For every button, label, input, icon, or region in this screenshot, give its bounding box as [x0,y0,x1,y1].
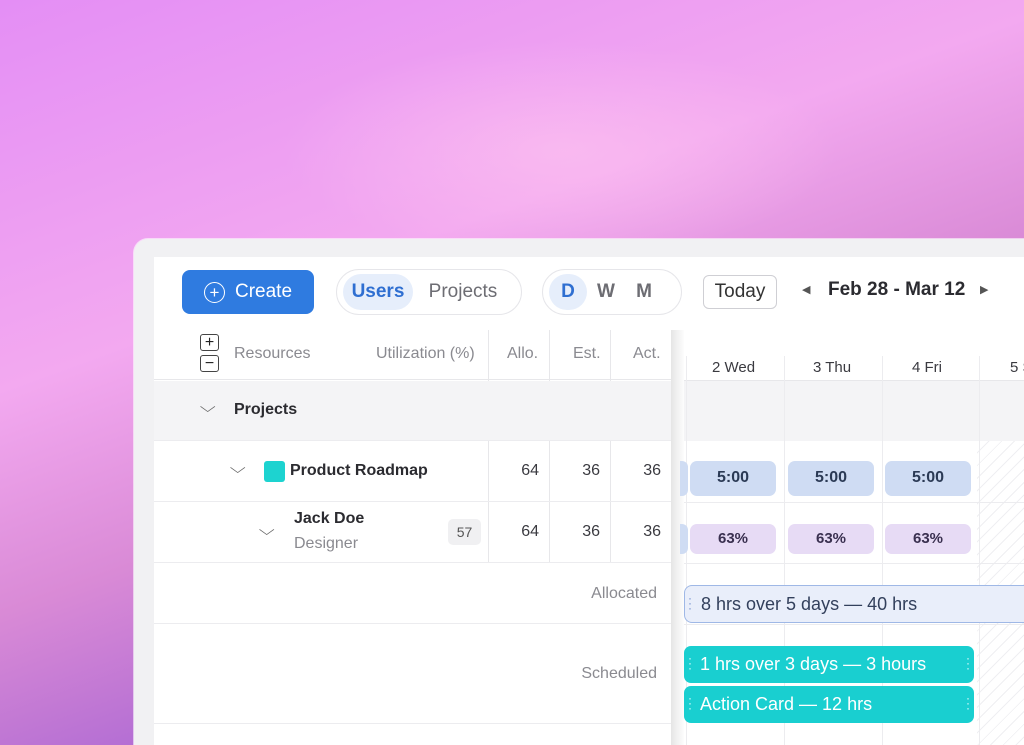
create-button[interactable]: + Create [182,270,314,314]
drag-handle-icon[interactable]: · · · [966,652,970,674]
table-header: + − Resources Utilization (%) Allo. Est.… [154,330,671,380]
project-allocated: 64 [521,462,539,479]
prev-arrow-icon[interactable]: ◀ [802,283,810,296]
group-label: Projects [234,401,298,418]
row-divider [684,563,1024,564]
person-actual: 36 [643,523,661,540]
utilization-badge: 57 [448,519,481,545]
collapse-all-icon[interactable]: − [200,355,219,372]
plus-circle-icon: + [203,281,225,303]
project-estimated: 36 [582,462,600,479]
next-arrow-icon[interactable]: ▶ [980,283,988,296]
drag-handle-icon[interactable]: · · · [688,592,692,614]
person-role: Designer [294,535,359,552]
utilization-pill[interactable]: 63% [788,524,874,554]
today-button[interactable]: Today [703,275,777,309]
group-row-projects[interactable]: ⌵ Projects [154,381,671,441]
drag-handle-icon[interactable]: · · · [688,652,692,674]
expand-collapse-controls: + − [200,334,219,372]
task-bar-label: Action Card — 12 hrs [700,694,873,714]
header-actual: Act. [633,345,661,362]
util-pill-partial [680,524,688,554]
project-row[interactable]: ⌵ Product Roadmap 64 36 36 [154,441,671,502]
project-color-swatch [264,461,285,482]
project-actual: 36 [643,462,661,479]
scheduled-row: Scheduled [154,624,671,724]
day-label: 3 Thu [813,359,852,376]
person-name: Jack Doe [294,510,365,527]
allocation-bar-label: 8 hrs over 5 days — 40 hrs [701,593,918,614]
chevron-down-icon[interactable]: ⌵ [230,460,246,477]
header-allocated: Allo. [507,345,539,362]
tab-projects[interactable]: Projects [413,274,513,310]
project-name: Product Roadmap [290,462,428,479]
chevron-down-icon[interactable]: ⌵ [259,522,275,539]
hours-pill[interactable]: 5:00 [885,461,971,496]
chevron-down-icon[interactable]: ⌵ [200,399,216,416]
scale-week[interactable]: W [587,274,625,310]
hours-pill[interactable]: 5:00 [690,461,776,496]
scale-switcher: D W M [542,269,682,315]
tab-users[interactable]: Users [343,274,413,310]
drag-handle-icon[interactable]: · · · [688,692,692,714]
scale-month[interactable]: M [625,274,663,310]
day-divider [979,356,980,745]
scale-day[interactable]: D [549,274,587,310]
person-allocated: 64 [521,523,539,540]
header-resources: Resources [234,345,311,362]
hours-pill-partial [680,461,688,496]
day-label: 5 S [1010,359,1024,376]
background-glow [280,40,840,260]
day-label: 2 Wed [712,359,756,376]
header-utilization: Utilization (%) [376,345,475,362]
task-bar[interactable]: · · · 1 hrs over 3 days — 3 hours · · · [684,646,974,683]
task-bar-label: 1 hrs over 3 days — 3 hours [700,654,927,674]
scheduled-label: Scheduled [581,665,657,682]
drag-handle-icon[interactable]: · · · [966,692,970,714]
calendar-grid: 2 Wed 3 Thu 4 Fri 5 S 5:00 5:00 5:00 63%… [680,330,1024,745]
scheduler-panel: + Create Users Projects D W M Today ◀ Fe… [154,257,1024,745]
row-divider [684,502,1024,503]
utilization-pill[interactable]: 63% [690,524,776,554]
allocated-row: Allocated [154,563,671,624]
resource-table: + − Resources Utilization (%) Allo. Est.… [154,330,671,745]
task-bar[interactable]: · · · Action Card — 12 hrs · · · [684,686,974,723]
hours-pill[interactable]: 5:00 [788,461,874,496]
header-estimated: Est. [573,345,601,362]
row-divider [684,624,1024,625]
person-estimated: 36 [582,523,600,540]
day-label: 4 Fri [912,359,942,376]
view-switcher: Users Projects [336,269,522,315]
app-window: + Create Users Projects D W M Today ◀ Fe… [134,239,1024,745]
create-button-label: Create [234,281,293,302]
allocation-bar[interactable]: · · · 8 hrs over 5 days — 40 hrs [684,585,1024,623]
expand-all-icon[interactable]: + [200,334,219,351]
allocated-label: Allocated [591,585,657,602]
person-row[interactable]: ⌵ Jack Doe Designer 57 64 36 36 [154,502,671,563]
date-range: Feb 28 - Mar 12 [828,279,966,300]
group-row-background [684,381,1024,441]
utilization-pill[interactable]: 63% [885,524,971,554]
